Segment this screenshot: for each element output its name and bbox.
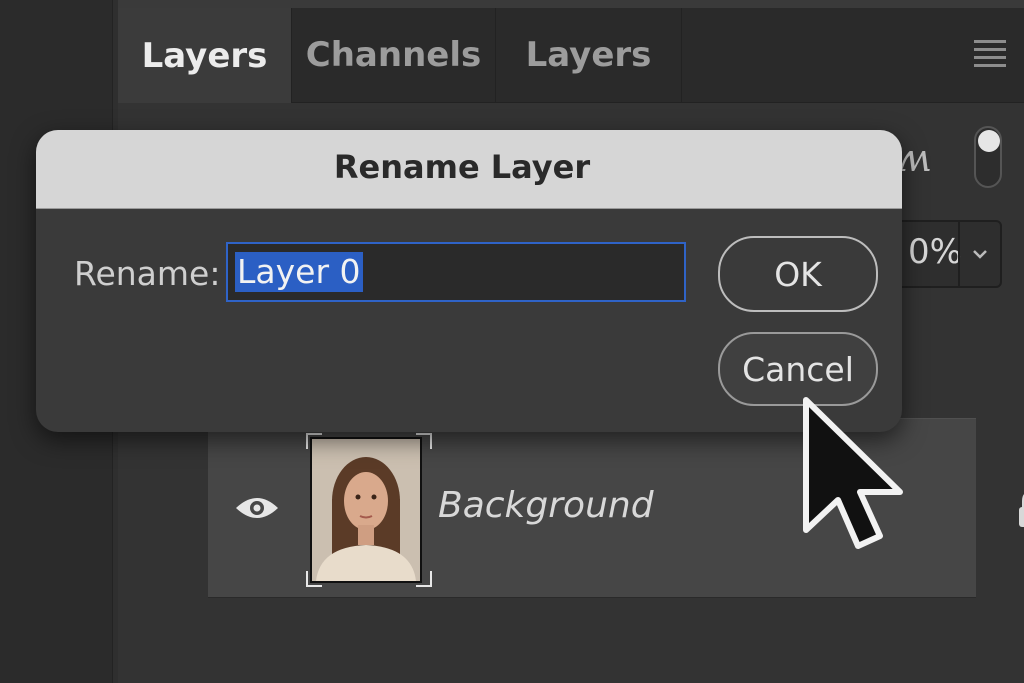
tab-layers-secondary[interactable]: Layers xyxy=(496,8,682,102)
rename-layer-dialog: Rename Layer Rename: Layer 0 OK Cancel xyxy=(36,130,902,432)
rename-input-value[interactable]: Layer 0 xyxy=(235,252,363,292)
eye-icon[interactable] xyxy=(234,494,280,522)
toggle-knob xyxy=(978,130,1000,152)
mouse-pointer-icon xyxy=(803,397,903,549)
portrait-thumbnail-image xyxy=(312,439,420,581)
thumbnail-corner-mark xyxy=(416,571,432,587)
tab-channels[interactable]: Channels xyxy=(292,8,496,102)
panel-tab-bar: Layers Channels Layers xyxy=(118,8,1024,103)
panel-toggle[interactable] xyxy=(974,126,1002,188)
ok-button[interactable]: OK xyxy=(718,236,878,312)
rename-label: Rename: xyxy=(74,254,221,293)
layer-thumbnail[interactable] xyxy=(310,437,422,583)
hamburger-menu-icon[interactable] xyxy=(974,40,1006,68)
rename-input[interactable]: Layer 0 xyxy=(226,242,686,302)
layer-name[interactable]: Background xyxy=(438,485,654,526)
thumbnail-corner-mark xyxy=(306,433,322,449)
thumbnail-corner-mark xyxy=(306,571,322,587)
dialog-titlebar: Rename Layer xyxy=(36,130,902,209)
thumbnail-corner-mark xyxy=(416,433,432,449)
blend-mode-partial-glyph: ʍ xyxy=(898,136,931,180)
tab-layers[interactable]: Layers xyxy=(118,8,292,103)
lock-icon[interactable] xyxy=(1016,491,1024,529)
chevron-down-icon[interactable] xyxy=(958,222,1000,286)
dialog-title: Rename Layer xyxy=(333,148,591,186)
